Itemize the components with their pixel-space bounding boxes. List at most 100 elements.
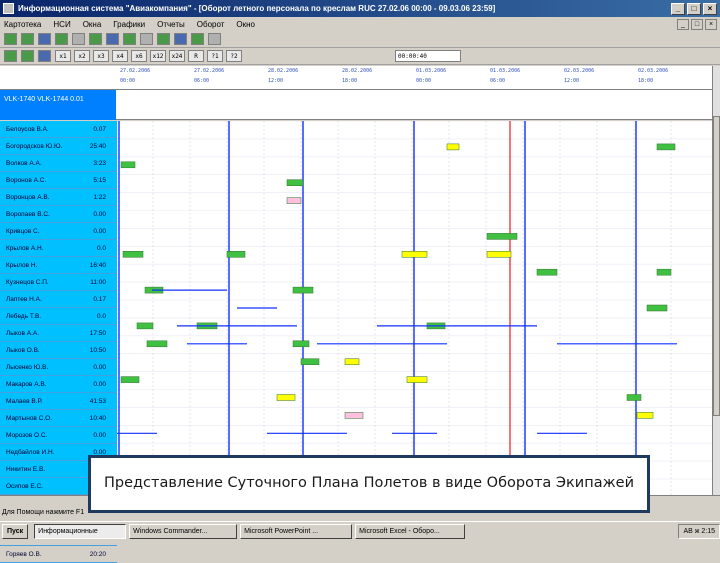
table-icon[interactable] <box>174 33 187 45</box>
crew-row[interactable]: Мартынов С.О. 10:40 <box>0 410 117 427</box>
flight-block <box>446 143 460 151</box>
task-powerpoint[interactable]: Microsoft PowerPoint ... <box>240 523 353 539</box>
scale-x6-button[interactable]: x6 <box>131 50 147 62</box>
crew-hours: 0.00 <box>93 227 106 235</box>
crew-row[interactable]: Лысенко Ю.В. 0.00 <box>0 359 117 376</box>
crew-row[interactable]: Белоусов В.А. 0.07 <box>0 121 117 138</box>
flight-block <box>486 251 512 258</box>
crew-name: Осипов Е.С. <box>6 482 43 490</box>
maximize-button[interactable]: □ <box>687 2 701 15</box>
flight-block <box>292 286 314 294</box>
flight-block <box>286 179 304 186</box>
calendar-icon[interactable] <box>89 33 102 45</box>
mdi-close-button[interactable]: × <box>705 18 717 30</box>
start-button[interactable]: Пуск <box>2 523 29 539</box>
crew-row[interactable]: Лыков А.А. 17:50 <box>0 325 117 342</box>
crew-row[interactable]: Горяев О.В. 20:20 <box>0 546 117 563</box>
mdi-minimize-button[interactable]: _ <box>677 18 689 30</box>
menu-item-okno[interactable]: Окно <box>236 20 255 29</box>
crew-hours: 0.17 <box>93 295 106 303</box>
crew-row[interactable]: Волков А.А. 3:23 <box>0 155 117 172</box>
time-field[interactable]: 00:00:40 <box>395 50 461 62</box>
chart-canvas <box>117 121 712 495</box>
minimize-button[interactable]: _ <box>671 2 685 15</box>
open-icon[interactable] <box>4 33 17 45</box>
crew-row[interactable]: Воропаев В.С. 0.00 <box>0 206 117 223</box>
crew-row[interactable]: Богородсков Ю.Ю. 25:40 <box>0 138 117 155</box>
flight-block <box>286 197 302 204</box>
scrollbar-thumb[interactable] <box>713 116 720 416</box>
menu-item-oborot[interactable]: Оборот <box>197 20 225 29</box>
help1-button[interactable]: ?1 <box>207 50 223 62</box>
fit-icon[interactable] <box>38 50 51 62</box>
close-button[interactable]: × <box>703 2 717 15</box>
crew-name: Волков А.А. <box>6 159 42 167</box>
timeline-date-label: 28.02.2006 <box>268 68 299 74</box>
crew-row[interactable]: Малаев В.Р. 41:53 <box>0 393 117 410</box>
crew-row[interactable]: Крылов А.Н. 0.0 <box>0 240 117 257</box>
scale-x24-button[interactable]: x24 <box>169 50 185 62</box>
flight-block <box>146 340 168 348</box>
scale-x1-button[interactable]: x1 <box>55 50 71 62</box>
refresh-icon[interactable] <box>55 33 68 45</box>
crew-hours: 0.0 <box>96 312 106 320</box>
task-info-system[interactable]: Информационные <box>34 523 127 539</box>
mdi-restore-button[interactable]: □ <box>691 18 703 30</box>
timeline-date-label: 28.02.2006 <box>342 68 373 74</box>
crew-row[interactable]: Воронцов А.В. 1:22 <box>0 189 117 206</box>
menu-item-grafiki[interactable]: Графики <box>113 20 145 29</box>
save-icon[interactable] <box>21 33 34 45</box>
help2-button[interactable]: ?2 <box>226 50 242 62</box>
flight-block <box>300 358 320 365</box>
print-icon[interactable] <box>38 33 51 45</box>
timeline-time-label: 12:00 <box>564 78 580 84</box>
scale-x4-button[interactable]: x4 <box>112 50 128 62</box>
flight-block <box>226 251 246 258</box>
menu-item-nsi[interactable]: НСИ <box>53 20 70 29</box>
crew-row[interactable]: Морозов О.С. 0.00 <box>0 427 117 444</box>
menu-item-okna[interactable]: Окна <box>83 20 102 29</box>
timeline-time-label: 06:00 <box>490 78 506 84</box>
flight-block <box>646 304 668 312</box>
crew-row[interactable]: Макаров А.В. 0.00 <box>0 376 117 393</box>
plane-icon[interactable] <box>123 33 136 45</box>
task-windows-commander[interactable]: Windows Commander... <box>129 523 238 539</box>
crew-row[interactable]: Воронов А.С. 5:15 <box>0 172 117 189</box>
vertical-scrollbar[interactable] <box>712 66 720 495</box>
task-excel[interactable]: Microsoft Excel - Оборо... <box>355 523 466 539</box>
crew-hours: 3:23 <box>93 159 106 167</box>
report-icon[interactable] <box>157 33 170 45</box>
scale-x12-button[interactable]: x12 <box>150 50 166 62</box>
crew-row[interactable]: Кривцов С. 0.00 <box>0 223 117 240</box>
menu-item-kartoteka[interactable]: Картотека <box>4 20 41 29</box>
crew-list: Белоусов В.А. 0.07 Богородсков Ю.Ю. 25:40 Во… <box>0 121 117 563</box>
flight-block <box>344 358 360 365</box>
menu-item-otchety[interactable]: Отчеты <box>157 20 185 29</box>
chart-icon[interactable] <box>191 33 204 45</box>
zoom-in-icon[interactable] <box>4 50 17 62</box>
zoom-out-icon[interactable] <box>21 50 34 62</box>
crew-name: Богородсков Ю.Ю. <box>6 142 63 150</box>
crew-icon[interactable] <box>106 33 119 45</box>
crew-row[interactable]: Лаптев Н.А. 0.17 <box>0 291 117 308</box>
reset-button[interactable]: R <box>188 50 204 62</box>
flight-block <box>406 376 428 383</box>
crew-row[interactable]: Кузнецов С.П. 11:00 <box>0 274 117 291</box>
flight-block <box>120 376 140 383</box>
aircraft-label[interactable]: VLK-1740 VLK-1744 0.01 <box>0 90 116 120</box>
crew-row[interactable]: Лыков О.В. 10:50 <box>0 342 117 359</box>
settings-icon[interactable] <box>140 33 153 45</box>
crew-rotation-chart[interactable] <box>117 121 712 495</box>
scale-x2-button[interactable]: x2 <box>74 50 90 62</box>
timeline-time-label: 18:00 <box>342 78 358 84</box>
help-icon[interactable] <box>208 33 221 45</box>
status-text: Для Помощи нажмите F1 <box>2 509 85 516</box>
crew-name: Лебедь Т.В. <box>6 312 42 320</box>
crew-row[interactable]: Лебедь Т.В. 0.0 <box>0 308 117 325</box>
crew-hours: 11:00 <box>90 278 106 286</box>
crew-row[interactable]: Крылов Н. 16:40 <box>0 257 117 274</box>
scale-x3-button[interactable]: x3 <box>93 50 109 62</box>
crew-name: Морозов О.С. <box>6 431 48 439</box>
filter-icon[interactable] <box>72 33 85 45</box>
taskbar: Пуск Информационные Windows Commander...… <box>0 521 720 540</box>
